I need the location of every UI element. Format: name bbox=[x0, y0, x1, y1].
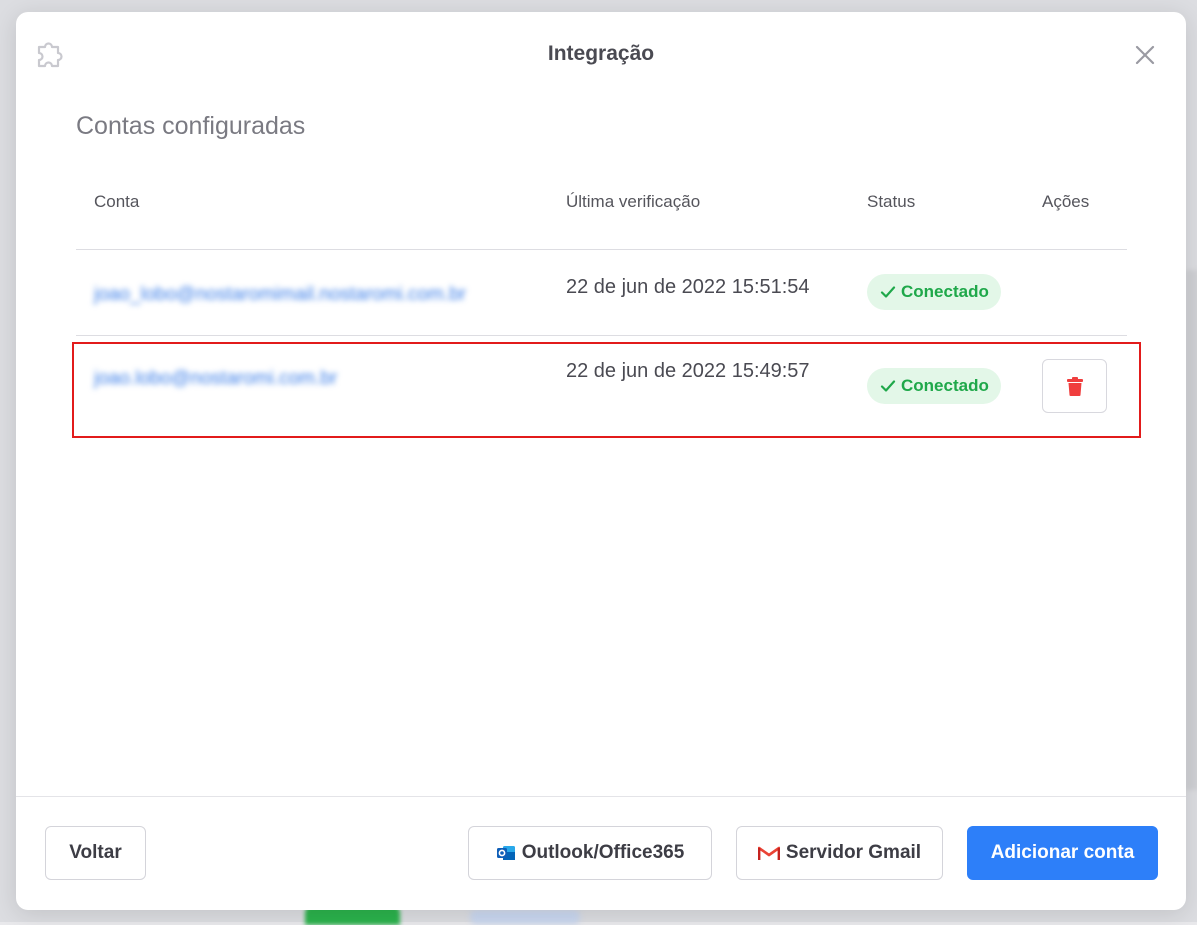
gmail-icon bbox=[757, 846, 780, 860]
outlook-icon bbox=[496, 846, 515, 860]
footer-divider bbox=[16, 796, 1186, 797]
row-divider bbox=[76, 335, 1127, 336]
gmail-button[interactable]: Servidor Gmail bbox=[736, 826, 943, 880]
column-header-actions: Ações bbox=[1042, 192, 1090, 211]
account-email[interactable]: joao_lobo@nostaromimail.nostaromi.com.br bbox=[94, 284, 466, 306]
section-title: Contas configuradas bbox=[76, 112, 306, 140]
column-header-status: Status bbox=[867, 192, 916, 211]
add-account-button[interactable]: Adicionar conta bbox=[967, 826, 1158, 880]
highlight-box bbox=[72, 342, 1141, 438]
header-divider bbox=[76, 249, 1127, 250]
column-header-last-check: Última verificação bbox=[566, 192, 701, 211]
gmail-button-label: Servidor Gmail bbox=[785, 842, 922, 863]
outlook-button[interactable]: Outlook/Office365 bbox=[468, 826, 712, 880]
back-button-label: Voltar bbox=[69, 842, 122, 863]
close-icon[interactable] bbox=[1131, 41, 1159, 69]
integration-dialog: Integração Contas configuradas Conta Últ… bbox=[16, 12, 1186, 910]
status-label: Conectado bbox=[901, 282, 989, 301]
column-header-account: Conta bbox=[94, 192, 140, 211]
dialog-title: Integração bbox=[547, 42, 655, 65]
outlook-button-label: Outlook/Office365 bbox=[521, 842, 685, 863]
add-account-button-label: Adicionar conta bbox=[990, 842, 1135, 863]
back-button[interactable]: Voltar bbox=[45, 826, 146, 880]
background-element bbox=[1185, 270, 1197, 790]
status-badge: Conectado bbox=[867, 274, 1001, 310]
last-check-date: 22 de jun de 2022 15:51:54 bbox=[566, 276, 810, 298]
check-icon bbox=[880, 286, 896, 298]
